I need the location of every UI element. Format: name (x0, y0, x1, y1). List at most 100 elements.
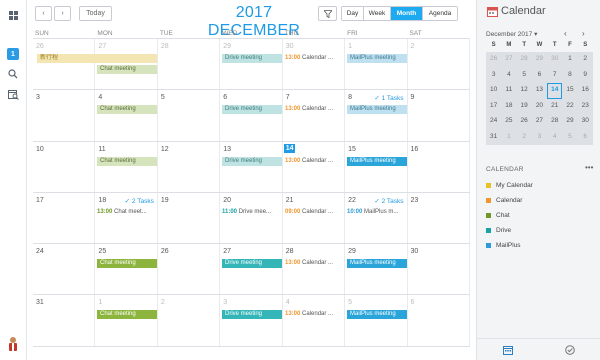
day-cell[interactable]: 22 ✓ 2 Tasks (345, 192, 408, 244)
mini-day[interactable]: 31 (486, 129, 502, 145)
day-cell[interactable]: 3 (33, 90, 96, 141)
mini-day[interactable]: 6 (577, 129, 593, 145)
day-cell[interactable]: 18 ✓ 2 Tasks (95, 192, 158, 244)
mini-day[interactable]: 4 (547, 129, 563, 145)
event-drive-meeting[interactable]: 11:00 Drive mee... (222, 208, 282, 217)
day-cell[interactable]: 9 (408, 90, 470, 141)
event-calendar[interactable]: 13:00 Calendar ... (285, 259, 343, 268)
mini-day[interactable]: 9 (577, 67, 593, 83)
more-options-icon[interactable]: ••• (585, 163, 593, 172)
calendar-item-calendar[interactable]: Calendar (486, 195, 522, 205)
event-chat-meeting[interactable]: Chat meeting (97, 156, 157, 166)
mini-day[interactable]: 29 (562, 114, 578, 130)
day-cell[interactable]: 2 (408, 39, 470, 90)
event-mailplus-meeting[interactable]: 10:00 MailPlus m... (347, 208, 407, 217)
day-cell[interactable]: 5 (158, 90, 221, 141)
mini-calendar-month-dropdown[interactable]: December 2017 ▾ (486, 30, 537, 38)
day-cell[interactable]: 28 (158, 39, 221, 90)
event-mailplus-meeting[interactable]: MailPlus meeting (347, 310, 407, 320)
calendar-search-icon[interactable] (6, 87, 20, 101)
event-chat-meeting[interactable]: Chat meeting (97, 105, 157, 115)
mini-day[interactable]: 25 (501, 114, 517, 130)
mini-day[interactable]: 30 (577, 114, 593, 130)
event-drive-meeting[interactable]: Drive meeting (222, 156, 282, 166)
event-drive-meeting[interactable]: Drive meeting (222, 259, 282, 269)
calendar-count-badge[interactable]: 1 (7, 48, 19, 60)
day-cell[interactable]: 28 (283, 244, 346, 295)
event-drive-meeting[interactable]: Drive meeting (222, 54, 282, 63)
prev-month-button[interactable]: ‹ (35, 6, 52, 21)
day-cell[interactable]: 2 (158, 295, 221, 346)
event-mailplus-meeting[interactable]: MailPlus meeting (347, 259, 407, 269)
mini-next-month-icon[interactable]: › (582, 29, 585, 38)
event-mailplus-meeting[interactable]: MailPlus meeting (347, 54, 407, 63)
mini-day[interactable]: 26 (516, 114, 532, 130)
day-cell[interactable]: 15 (345, 141, 408, 192)
mini-day[interactable]: 4 (501, 67, 517, 83)
day-cell[interactable]: 20 (220, 192, 283, 244)
mini-day[interactable]: 30 (547, 52, 563, 68)
calendar-item-drive[interactable]: Drive (486, 225, 511, 235)
day-cell[interactable]: 6 (220, 90, 283, 141)
tasks-indicator[interactable]: ✓ 1 Tasks (374, 94, 403, 102)
day-cell[interactable]: 12 (158, 141, 221, 192)
mini-day[interactable]: 3 (486, 67, 502, 83)
calendar-item-my-calendar[interactable]: My Calendar (486, 180, 533, 190)
event-chat-meeting[interactable]: 13:00 Chat meet... (97, 208, 157, 217)
mini-day[interactable]: 27 (531, 114, 548, 130)
day-cell[interactable]: 4 (95, 90, 158, 141)
mini-day[interactable]: 1 (501, 129, 517, 145)
mini-day[interactable]: 5 (516, 67, 532, 83)
view-day-button[interactable]: Day (342, 7, 364, 20)
day-cell[interactable]: 11 (95, 141, 158, 192)
day-cell[interactable]: 6 (408, 295, 470, 346)
event-calendar[interactable]: 13:00 Calendar ... (285, 310, 343, 319)
mini-day[interactable]: 18 (501, 98, 517, 114)
mini-day[interactable]: 10 (486, 83, 502, 99)
tab-calendar[interactable] (477, 339, 539, 360)
day-cell[interactable]: 8 ✓ 1 Tasks (345, 90, 408, 141)
mini-day[interactable]: 11 (501, 83, 517, 99)
mini-day[interactable]: 23 (577, 98, 593, 114)
day-cell[interactable]: 26 (33, 39, 96, 90)
event-calendar[interactable]: 13:00 Calendar ... (285, 157, 343, 166)
mini-day[interactable]: 17 (486, 98, 502, 114)
day-cell[interactable]: 23 (408, 192, 470, 244)
day-cell[interactable]: 13 (220, 141, 283, 192)
day-cell[interactable]: 10 (33, 141, 96, 192)
mini-day[interactable]: 1 (562, 52, 578, 68)
mini-day[interactable]: 24 (486, 114, 502, 130)
mini-day[interactable]: 26 (486, 52, 502, 68)
day-cell[interactable]: 30 (283, 39, 346, 90)
day-cell[interactable]: 3 (220, 295, 283, 346)
day-cell[interactable]: 7 (283, 90, 346, 141)
event-chat-meeting[interactable]: Chat meeting (97, 259, 157, 269)
event-chat-meeting[interactable]: Chat meeting (97, 65, 157, 74)
search-icon[interactable] (6, 67, 20, 81)
day-cell[interactable]: 26 (158, 244, 221, 295)
day-cell[interactable]: 1 (95, 295, 158, 346)
user-avatar-icon[interactable] (7, 336, 19, 352)
mini-day[interactable]: 13 (531, 83, 548, 99)
event-calendar[interactable]: 13:00 Calendar ... (285, 54, 343, 63)
event-chat-meeting[interactable]: Chat meeting (97, 310, 157, 320)
day-cell[interactable]: 29 (220, 39, 283, 90)
mini-day[interactable]: 29 (531, 52, 548, 68)
day-cell[interactable]: 29 (345, 244, 408, 295)
mini-day[interactable]: 21 (547, 98, 563, 114)
view-agenda-button[interactable]: Agenda (423, 7, 457, 20)
event-drive-meeting[interactable]: Drive meeting (222, 310, 282, 320)
day-cell[interactable]: 5 (345, 295, 408, 346)
view-week-button[interactable]: Week (364, 7, 391, 20)
mini-day[interactable]: 12 (516, 83, 532, 99)
mini-prev-month-icon[interactable]: ‹ (564, 29, 567, 38)
mini-day[interactable]: 3 (531, 129, 548, 145)
mini-day[interactable]: 7 (547, 67, 563, 83)
mini-day[interactable]: 5 (562, 129, 578, 145)
calendar-item-mailplus[interactable]: MailPlus (486, 240, 521, 250)
mini-day[interactable]: 2 (577, 52, 593, 68)
day-cell[interactable]: 1 (345, 39, 408, 90)
mini-day[interactable]: 28 (547, 114, 563, 130)
day-cell[interactable]: 25 (95, 244, 158, 295)
view-month-button[interactable]: Month (391, 7, 423, 20)
